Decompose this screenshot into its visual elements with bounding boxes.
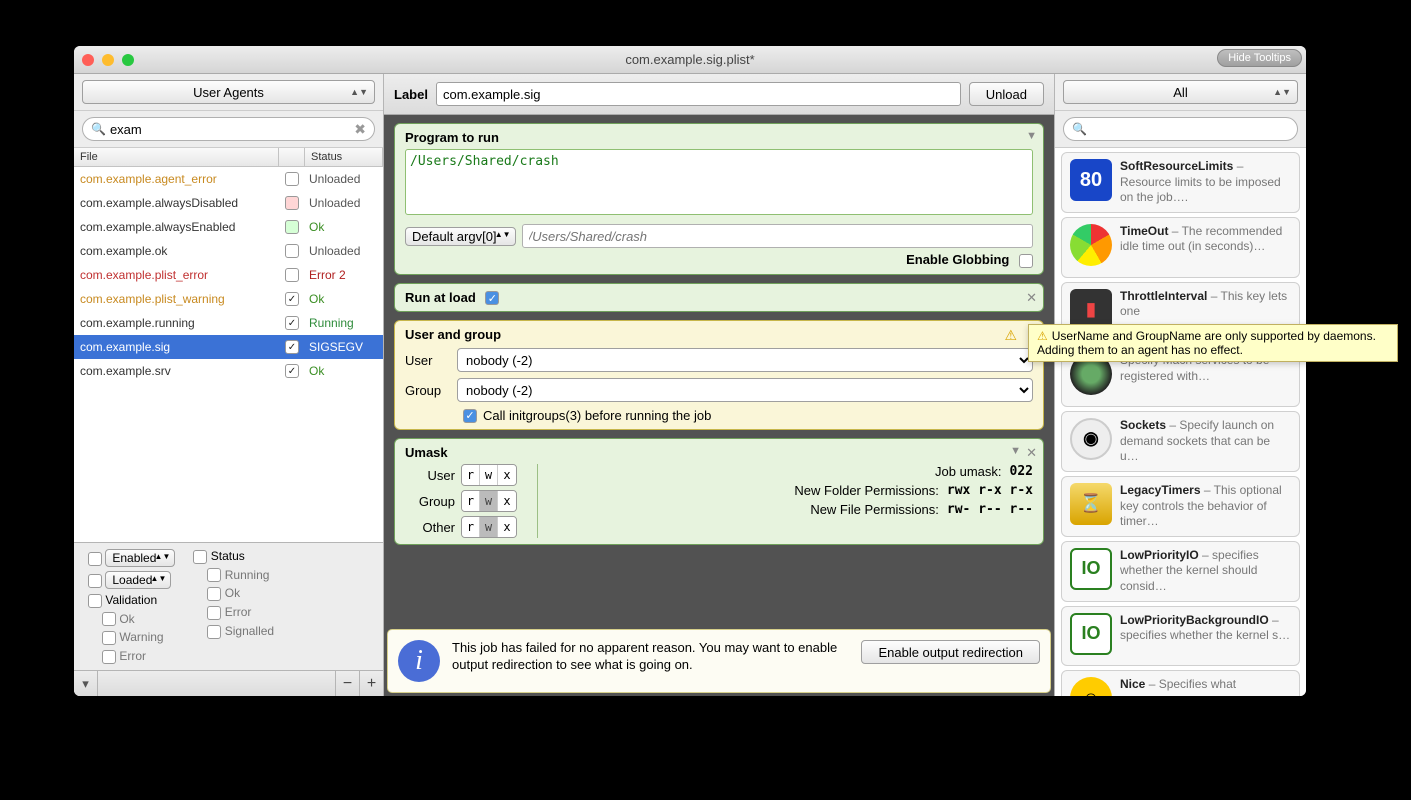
umask-card: Umask ▼ ✕ Userrwx Grouprwx Otherrwx Job …	[394, 438, 1044, 545]
user-group-card: User and group ⚠ ▼ User nobody (-2) Grou…	[394, 320, 1044, 430]
filter-panel: Enabled▲▼ Loaded▲▼ Validation Ok Warning…	[74, 542, 383, 670]
key-item[interactable]: ☺ Nice – Specifies what	[1061, 670, 1300, 696]
agent-category-select[interactable]: User Agents▲▼	[82, 80, 375, 104]
file-list: com.example.agent_error Unloadedcom.exam…	[74, 167, 383, 542]
file-row[interactable]: com.example.plist_error Error 2	[74, 263, 383, 287]
program-card: Program to run ▼ /Users/Shared/crash Def…	[394, 123, 1044, 275]
add-file-button[interactable]: +	[359, 671, 383, 696]
filter-enabled[interactable]: Enabled▲▼	[82, 549, 175, 567]
filter-val-warning[interactable]: Warning	[82, 630, 175, 645]
file-row[interactable]: com.example.alwaysDisabled Unloaded	[74, 191, 383, 215]
chevron-updown-icon: ▲▼	[350, 87, 368, 97]
filter-signalled[interactable]: Signalled	[187, 624, 274, 639]
umask-user-rwx[interactable]: rwx	[461, 464, 517, 486]
remove-card-icon[interactable]: ✕	[1026, 445, 1037, 461]
status-column-header[interactable]: Status	[305, 148, 383, 166]
file-column-header[interactable]: File	[74, 148, 279, 166]
titlebar: com.example.sig.plist* Hide Tooltips	[74, 46, 1306, 74]
key-search-input[interactable]: 🔍	[1063, 117, 1298, 141]
file-search-input[interactable]: 🔍 ✖	[82, 117, 375, 141]
window-title: com.example.sig.plist*	[74, 52, 1306, 67]
key-list: 80 SoftResourceLimits – Resource limits …	[1055, 148, 1306, 696]
hide-tooltips-button[interactable]: Hide Tooltips	[1217, 49, 1302, 67]
key-search-field[interactable]	[1091, 122, 1289, 137]
info-bar: i This job has failed for no apparent re…	[387, 629, 1051, 693]
info-icon: i	[398, 640, 440, 682]
filter-running[interactable]: Running	[187, 568, 274, 583]
key-item[interactable]: TimeOut – The recommended idle time out …	[1061, 217, 1300, 278]
file-row[interactable]: com.example.agent_error Unloaded	[74, 167, 383, 191]
filter-validation[interactable]: Validation	[82, 593, 175, 608]
key-item[interactable]: IO LowPriorityBackgroundIO – specifies w…	[1061, 606, 1300, 667]
file-row[interactable]: com.example.sig SIGSEGV	[74, 335, 383, 359]
argv0-select[interactable]: Default argv[0]▲▼	[405, 227, 516, 246]
file-row[interactable]: com.example.srv Ok	[74, 359, 383, 383]
key-item[interactable]: ◉ Sockets – Specify launch on demand soc…	[1061, 411, 1300, 472]
file-row[interactable]: com.example.alwaysEnabled Ok	[74, 215, 383, 239]
file-row[interactable]: com.example.plist_warning Ok	[74, 287, 383, 311]
remove-file-button[interactable]: −	[335, 671, 359, 696]
filter-status[interactable]: Status	[187, 549, 274, 564]
file-row[interactable]: com.example.ok Unloaded	[74, 239, 383, 263]
editor-pane: Label Unload Program to run ▼ /Users/Sha…	[384, 74, 1054, 696]
collapse-icon[interactable]: ▼	[1010, 445, 1021, 457]
inspector-pane: All▲▼ 🔍 80 SoftResourceLimits – Resource…	[1054, 74, 1306, 696]
search-icon: 🔍	[91, 122, 106, 136]
label-field-label: Label	[394, 87, 428, 102]
filter-loaded[interactable]: Loaded▲▼	[82, 571, 175, 589]
user-select[interactable]: nobody (-2)	[457, 348, 1033, 372]
chevron-updown-icon: ▲▼	[1273, 87, 1291, 97]
warning-icon: ⚠	[1004, 327, 1017, 344]
key-item[interactable]: ⏳ LegacyTimers – This optional key contr…	[1061, 476, 1300, 537]
file-search-field[interactable]	[110, 122, 354, 137]
key-item[interactable]: IO LowPriorityIO – specifies whether the…	[1061, 541, 1300, 602]
search-icon: 🔍	[1072, 122, 1087, 136]
close-window-button[interactable]	[82, 54, 94, 66]
warning-tooltip: UserName and GroupName are only supporte…	[1028, 324, 1398, 362]
program-path-input[interactable]: /Users/Shared/crash	[405, 149, 1033, 215]
run-at-load-card: ✕ Run at load	[394, 283, 1044, 313]
clear-search-button[interactable]: ✖	[354, 121, 366, 138]
enable-output-redirection-button[interactable]: Enable output redirection	[861, 640, 1040, 664]
enable-globbing[interactable]: Enable Globbing	[405, 252, 1033, 268]
filter-val-error[interactable]: Error	[82, 649, 175, 664]
editor-toolbar: Label Unload	[384, 74, 1054, 115]
zoom-window-button[interactable]	[122, 54, 134, 66]
minimize-window-button[interactable]	[102, 54, 114, 66]
umask-group-rwx[interactable]: rwx	[461, 490, 517, 512]
initgroups-checkbox[interactable]	[463, 409, 477, 423]
file-row[interactable]: com.example.running Running	[74, 311, 383, 335]
key-category-select[interactable]: All▲▼	[1063, 80, 1298, 104]
sidebar: User Agents▲▼ 🔍 ✖ File Status com.exampl…	[74, 74, 384, 696]
collapse-icon[interactable]: ▼	[1026, 130, 1037, 142]
label-input[interactable]	[436, 82, 961, 106]
app-window: com.example.sig.plist* Hide Tooltips Use…	[74, 46, 1306, 696]
filter-s-ok[interactable]: Ok	[187, 586, 274, 601]
run-at-load-checkbox[interactable]	[485, 291, 499, 305]
filter-icon[interactable]: ▾	[74, 671, 98, 696]
argv0-input[interactable]	[522, 224, 1033, 248]
umask-other-rwx[interactable]: rwx	[461, 516, 517, 538]
remove-card-icon[interactable]: ✕	[1026, 290, 1037, 306]
key-item[interactable]: 80 SoftResourceLimits – Resource limits …	[1061, 152, 1300, 213]
file-table-header: File Status	[74, 148, 383, 167]
window-controls	[82, 54, 134, 66]
filter-val-ok[interactable]: Ok	[82, 612, 175, 627]
filter-s-error[interactable]: Error	[187, 605, 274, 620]
sidebar-footer: ▾ − +	[74, 670, 383, 696]
group-select[interactable]: nobody (-2)	[457, 378, 1033, 402]
unload-button[interactable]: Unload	[969, 82, 1044, 106]
